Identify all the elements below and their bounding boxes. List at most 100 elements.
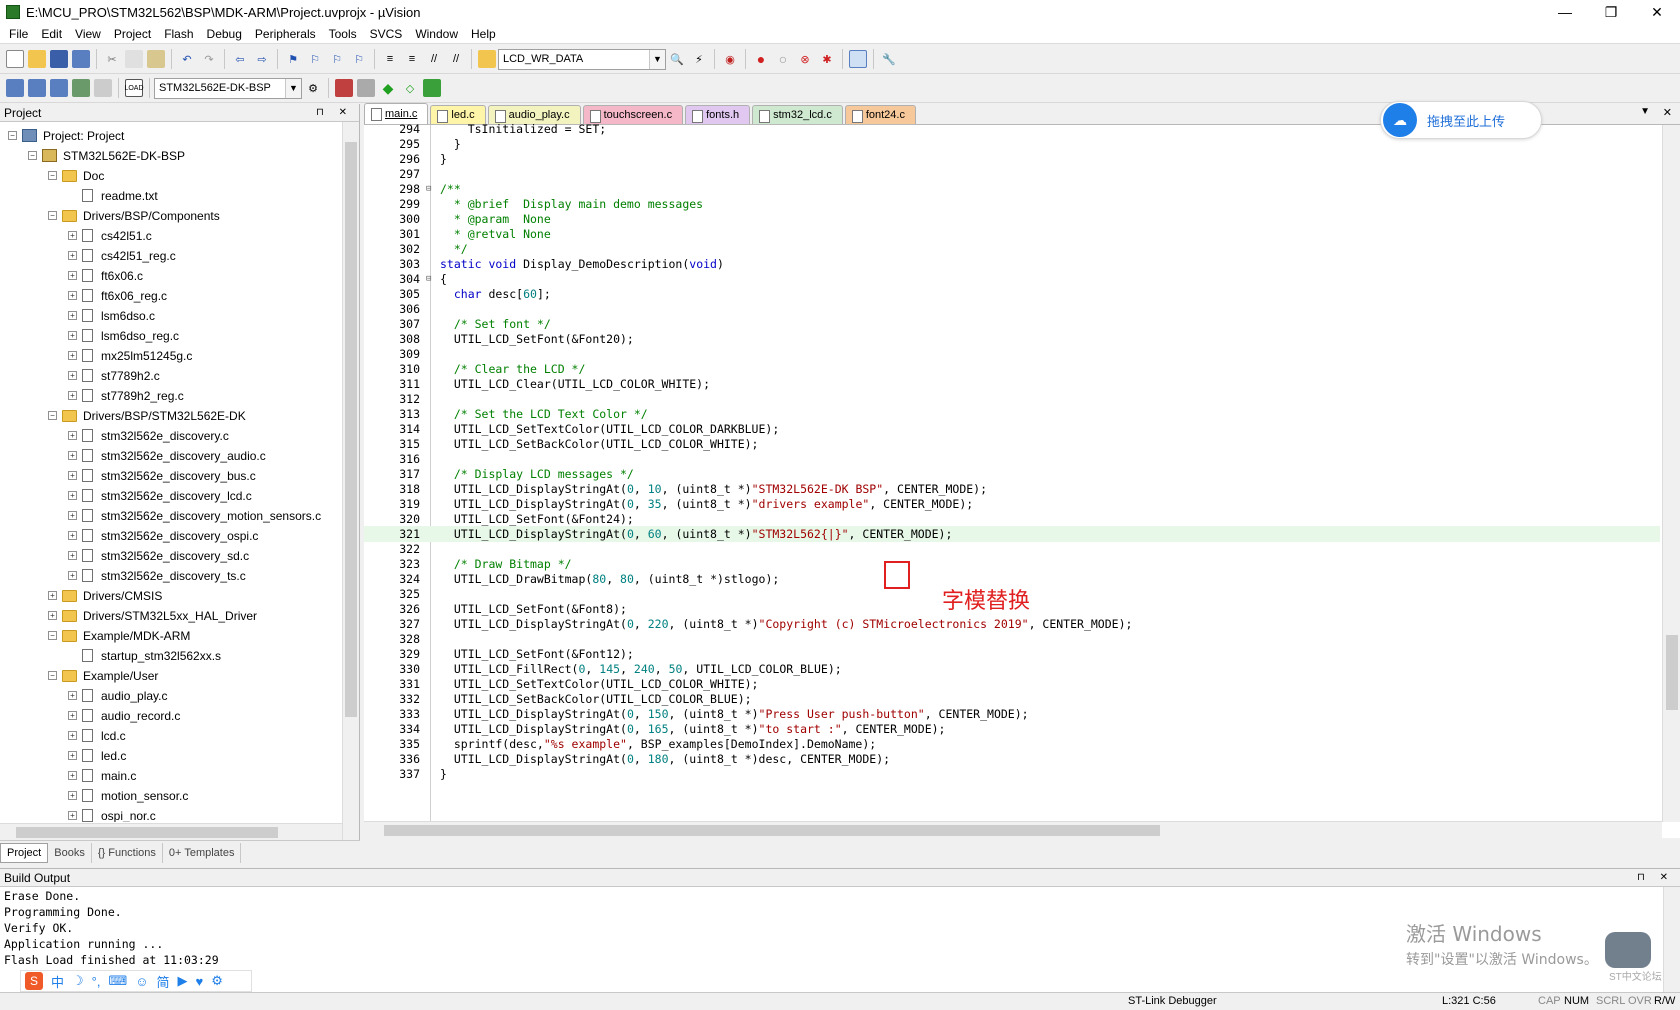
tree-item[interactable]: + stm32l562e_discovery.c (68, 426, 229, 445)
code-line[interactable]: 301 * @retval None (364, 226, 1660, 242)
menu-project[interactable]: Project (109, 27, 159, 41)
expand-icon[interactable]: + (68, 491, 77, 500)
tree-item[interactable]: + Drivers/STM32L5xx_HAL_Driver (48, 606, 257, 625)
tree-item[interactable]: − Doc (48, 166, 104, 185)
target-options-icon[interactable]: ⚙ (304, 79, 322, 97)
next-bookmark-icon[interactable]: ⚐ (328, 50, 346, 68)
code-line[interactable]: 325 (364, 586, 1660, 602)
menu-tools[interactable]: Tools (324, 27, 365, 41)
prev-bookmark-icon[interactable]: ⚐ (306, 50, 324, 68)
window-layout-icon[interactable] (849, 50, 867, 68)
editor-vertical-scrollbar[interactable] (1662, 125, 1680, 822)
scroll-thumb[interactable] (345, 142, 357, 717)
code-line[interactable]: 326 UTIL_LCD_SetFont(&Font8); (364, 601, 1660, 617)
rebuild-icon[interactable] (50, 79, 68, 97)
code-line[interactable]: 327 UTIL_LCD_DisplayStringAt(0, 220, (ui… (364, 616, 1660, 632)
tree-item[interactable]: readme.txt (68, 186, 158, 205)
code-line[interactable]: 324 UTIL_LCD_DrawBitmap(80, 80, (uint8_t… (364, 571, 1660, 587)
code-line[interactable]: 298 ⊟ /** (364, 181, 1660, 197)
tree-item[interactable]: + stm32l562e_discovery_lcd.c (68, 486, 252, 505)
tree-item[interactable]: + main.c (68, 766, 136, 785)
close-tab-icon[interactable]: ✕ (1663, 106, 1672, 119)
ime-button-icon[interactable]: ♥ (196, 974, 204, 989)
breakpoint-icon[interactable]: ● (752, 50, 770, 68)
uncomment-icon[interactable]: // (447, 50, 465, 68)
stop-build-icon[interactable] (94, 79, 112, 97)
comment-icon[interactable]: // (425, 50, 443, 68)
tree-item[interactable]: + lcd.c (68, 726, 126, 745)
collapse-icon[interactable]: − (28, 151, 37, 160)
code-line[interactable]: 313 /* Set the LCD Text Color */ (364, 406, 1660, 422)
code-line[interactable]: 323 /* Draw Bitmap */ (364, 556, 1660, 572)
menu-peripherals[interactable]: Peripherals (250, 27, 324, 41)
find-combo[interactable]: LCD_WR_DATA ▼ (498, 48, 666, 70)
tree-item[interactable]: + audio_record.c (68, 706, 180, 725)
expand-icon[interactable]: + (68, 531, 77, 540)
code-line[interactable]: 303 static void Display_DemoDescription(v… (364, 256, 1660, 272)
project-vertical-scrollbar[interactable] (342, 122, 359, 842)
fold-marker-icon[interactable]: ⊟ (426, 274, 436, 284)
expand-icon[interactable]: + (68, 471, 77, 480)
chat-bubble-icon[interactable]: ST中文论坛 (1605, 932, 1662, 983)
ime-button-icon[interactable]: ☺ (135, 974, 148, 989)
collapse-icon[interactable]: − (8, 131, 17, 140)
expand-icon[interactable]: + (68, 391, 77, 400)
expand-icon[interactable]: + (68, 431, 77, 440)
ime-button-icon[interactable]: ⌨ (108, 973, 127, 989)
pack-installer-icon[interactable]: ◆ (379, 79, 397, 97)
menu-help[interactable]: Help (466, 27, 504, 41)
expand-icon[interactable]: + (68, 731, 77, 740)
tree-item[interactable]: − Project: Project (8, 126, 124, 145)
restore-button[interactable]: ❐ (1588, 0, 1634, 24)
code-line[interactable]: 335 sprintf(desc,"%s example", BSP_examp… (364, 736, 1660, 752)
tree-item[interactable]: − Example/User (48, 666, 158, 685)
build-output-scrollbar[interactable] (1663, 887, 1680, 993)
manage-components-icon[interactable] (335, 79, 353, 97)
disable-breakpoint-icon[interactable]: ○ (774, 50, 792, 68)
find-in-files-icon[interactable] (478, 50, 496, 68)
tree-item[interactable]: + audio_play.c (68, 686, 168, 705)
scroll-thumb[interactable] (384, 825, 1160, 836)
file-extensions-icon[interactable] (357, 79, 375, 97)
undo-icon[interactable]: ↶ (178, 50, 196, 68)
expand-icon[interactable]: + (68, 751, 77, 760)
expand-icon[interactable]: + (68, 331, 77, 340)
target-combo[interactable]: STM32L562E-DK-BSP ▼ (154, 77, 302, 99)
code-line[interactable]: 319 UTIL_LCD_DisplayStringAt(0, 35, (uin… (364, 496, 1660, 512)
tree-item[interactable]: + cs42l51_reg.c (68, 246, 176, 265)
code-line[interactable]: 331 UTIL_LCD_SetTextColor(UTIL_LCD_COLOR… (364, 676, 1660, 692)
tree-item[interactable]: + ospi_nor.c (68, 806, 156, 822)
tree-item[interactable]: + st7789h2.c (68, 366, 160, 385)
collapse-icon[interactable]: − (48, 171, 57, 180)
chevron-down-icon[interactable]: ▼ (285, 78, 301, 98)
panel-pin-close-icons[interactable]: ⊓ ✕ (316, 107, 359, 118)
expand-icon[interactable]: + (68, 771, 77, 780)
upload-widget[interactable]: ☁ 拖拽至此上传 (1380, 101, 1542, 139)
clear-bookmarks-icon[interactable]: ⚐ (350, 50, 368, 68)
project-horizontal-scrollbar[interactable] (0, 823, 342, 840)
new-file-icon[interactable] (6, 50, 24, 68)
build-icon[interactable] (28, 79, 46, 97)
code-line[interactable]: 310 /* Clear the LCD */ (364, 361, 1660, 377)
tree-item[interactable]: − Drivers/BSP/STM32L562E-DK (48, 406, 246, 425)
tree-item[interactable]: startup_stm32l562xx.s (68, 646, 221, 665)
expand-icon[interactable]: + (68, 271, 77, 280)
ime-button-icon[interactable]: ⚙ (211, 973, 223, 989)
tree-item[interactable]: + stm32l562e_discovery_ts.c (68, 566, 246, 585)
tab-books[interactable]: Books (48, 842, 92, 863)
paste-icon[interactable] (147, 50, 165, 68)
code-line[interactable]: 302 */ (364, 241, 1660, 257)
code-line[interactable]: 312 (364, 391, 1660, 407)
code-line[interactable]: 307 /* Set font */ (364, 316, 1660, 332)
code-line[interactable]: 320 UTIL_LCD_SetFont(&Font24); (364, 511, 1660, 527)
code-line[interactable]: 311 UTIL_LCD_Clear(UTIL_LCD_COLOR_WHITE)… (364, 376, 1660, 392)
expand-icon[interactable]: + (68, 311, 77, 320)
menu-debug[interactable]: Debug (202, 27, 250, 41)
code-line[interactable]: 296} (364, 151, 1660, 167)
expand-icon[interactable]: + (48, 611, 57, 620)
expand-icon[interactable]: + (68, 451, 77, 460)
expand-icon[interactable]: + (68, 351, 77, 360)
collapse-icon[interactable]: − (48, 631, 57, 640)
select-packs-icon[interactable]: ◇ (401, 79, 419, 97)
close-button[interactable]: ✕ (1634, 0, 1680, 24)
